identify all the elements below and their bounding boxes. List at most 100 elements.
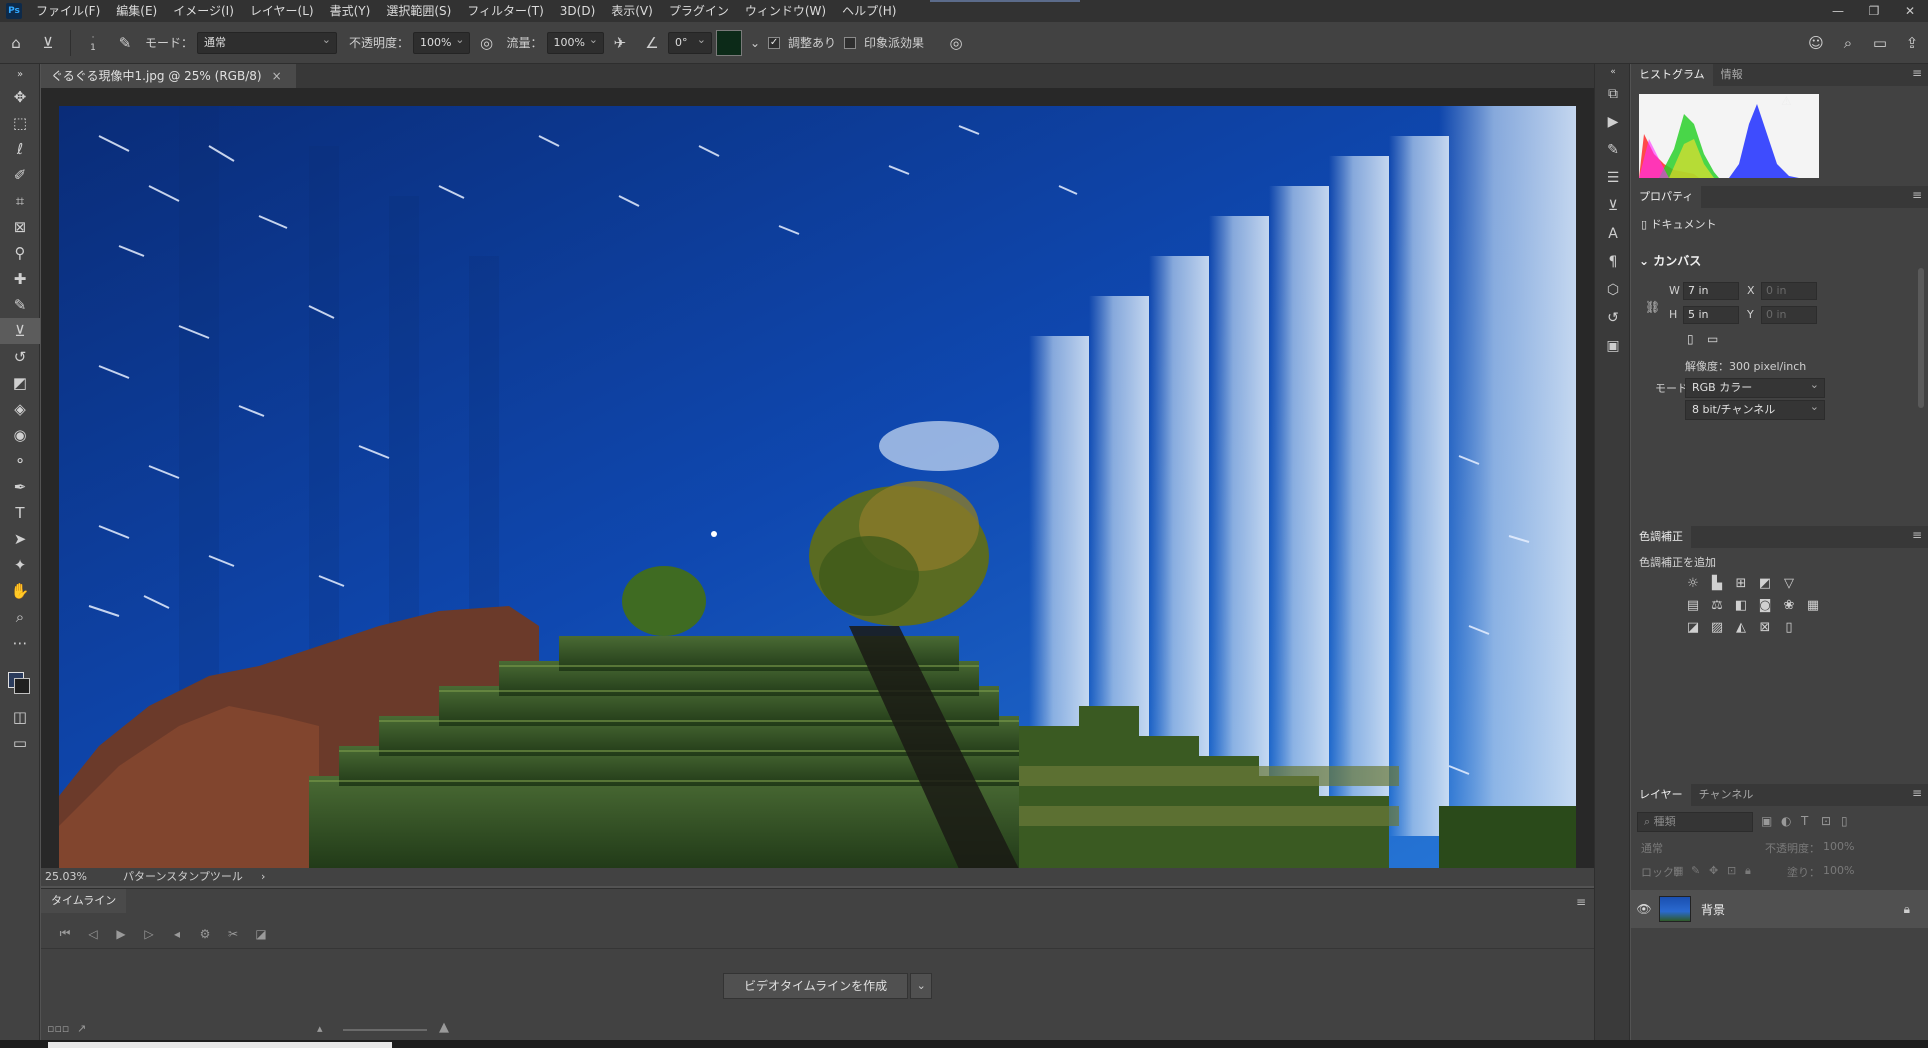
blend-mode-select[interactable]: 通常: [1641, 840, 1663, 856]
airbrush-icon[interactable]: ✈: [608, 31, 632, 55]
split-icon[interactable]: ✂: [219, 927, 247, 941]
lock-brush-icon[interactable]: ✎: [1691, 864, 1700, 877]
posterize-icon[interactable]: ▨: [1705, 620, 1729, 635]
portrait-orientation-icon[interactable]: ▯: [1687, 332, 1694, 346]
document-tab[interactable]: ぐるぐる現像中1.jpg @ 25% (RGB/8) ×: [41, 64, 296, 88]
color-mode-select[interactable]: RGB カラー: [1685, 376, 1825, 398]
filter-smart-icon[interactable]: ▯: [1841, 814, 1848, 828]
tab-channels[interactable]: チャンネル: [1691, 784, 1762, 806]
tab-layers[interactable]: レイヤー: [1631, 784, 1691, 806]
menu-file[interactable]: ファイル(F): [28, 0, 108, 22]
paint-bucket-tool-icon[interactable]: ◈: [0, 396, 40, 422]
channel-mixer-icon[interactable]: ❀: [1777, 598, 1801, 613]
tab-info[interactable]: 情報: [1713, 64, 1751, 86]
zoom-in-mountain-icon[interactable]: ▲: [439, 1020, 449, 1035]
menu-type[interactable]: 書式(Y): [322, 0, 379, 22]
panel-scrollbar[interactable]: [1918, 268, 1924, 408]
link-icon[interactable]: ⛓: [1645, 300, 1660, 314]
quick-select-tool-icon[interactable]: ✐: [0, 162, 40, 188]
search-icon[interactable]: ⌕: [1836, 31, 1860, 55]
lock-artboard-icon[interactable]: ⊡: [1727, 864, 1736, 877]
menu-plugins[interactable]: プラグイン: [661, 0, 737, 22]
pattern-stamp-preset-icon[interactable]: ⊻: [36, 31, 60, 55]
fill-value[interactable]: 100%: [1823, 864, 1854, 877]
background-color[interactable]: [14, 678, 30, 694]
filter-pixel-icon[interactable]: ▣: [1761, 814, 1772, 828]
healing-brush-tool-icon[interactable]: ✚: [0, 266, 40, 292]
color-lookup-icon[interactable]: ▦: [1801, 598, 1825, 613]
frame-animation-icon[interactable]: ▫▫▫: [47, 1022, 69, 1035]
menu-image[interactable]: イメージ(I): [165, 0, 242, 22]
landscape-orientation-icon[interactable]: ▭: [1707, 332, 1718, 346]
flow-select[interactable]: 100%: [546, 30, 604, 54]
frame-tool-icon[interactable]: ⊠: [0, 214, 40, 240]
timeline-tab[interactable]: タイムライン: [41, 889, 127, 913]
layer-filter-input[interactable]: ⌕ 種類: [1637, 812, 1753, 832]
actions-play-icon[interactable]: ▶: [1595, 108, 1631, 136]
lock-transparent-icon[interactable]: ▦: [1673, 864, 1683, 877]
filter-type-icon[interactable]: T: [1801, 814, 1808, 828]
more-tools-icon[interactable]: ⋯: [0, 630, 40, 656]
glyphs-panel-icon[interactable]: ▣: [1595, 332, 1631, 360]
pen-tool-icon[interactable]: ✒: [0, 474, 40, 500]
menu-view[interactable]: 表示(V): [603, 0, 661, 22]
menu-edit[interactable]: 編集(E): [108, 0, 165, 22]
marquee-tool-icon[interactable]: ⬚: [0, 110, 40, 136]
bit-depth-select[interactable]: 8 bit/チャンネル: [1685, 398, 1825, 420]
timeline-menu-icon[interactable]: ≡: [1576, 895, 1586, 909]
y-field[interactable]: 0 in: [1761, 306, 1817, 324]
close-button[interactable]: ✕: [1892, 0, 1928, 22]
clone-source-icon[interactable]: ⊻: [1595, 192, 1631, 220]
pressure-size-icon[interactable]: ◎: [944, 31, 968, 55]
chevron-down-icon[interactable]: ⌄: [910, 973, 933, 999]
warning-icon[interactable]: ⚠: [1781, 94, 1792, 108]
invert-icon[interactable]: ◪: [1681, 620, 1705, 635]
levels-icon[interactable]: ▙: [1705, 576, 1729, 591]
first-frame-icon[interactable]: ⏮: [51, 926, 79, 941]
menu-help[interactable]: ヘルプ(H): [834, 0, 904, 22]
photo-filter-icon[interactable]: ◙: [1753, 598, 1777, 613]
brush-settings-icon[interactable]: ✎: [113, 31, 137, 55]
next-frame-icon[interactable]: ▷: [135, 927, 163, 941]
opacity-select[interactable]: 100%: [413, 30, 471, 54]
workspace-icon[interactable]: ▭: [1868, 31, 1892, 55]
pattern-swatch[interactable]: [715, 29, 742, 56]
eyedropper-tool-icon[interactable]: ⚲: [0, 240, 40, 266]
hue-saturation-icon[interactable]: ▤: [1681, 598, 1705, 613]
shape-tool-icon[interactable]: ✦: [0, 552, 40, 578]
tab-adjustments[interactable]: 色調補正: [1631, 526, 1691, 548]
brush-tool-icon[interactable]: ✎: [0, 292, 40, 318]
vibrance-icon[interactable]: ▽: [1777, 576, 1801, 591]
filter-adjust-icon[interactable]: ◐: [1781, 814, 1791, 828]
share-icon[interactable]: ⇪: [1900, 31, 1924, 55]
panel-menu-icon[interactable]: ≡: [1912, 786, 1922, 800]
blur-tool-icon[interactable]: ◉: [0, 422, 40, 448]
transition-icon[interactable]: ◪: [247, 927, 275, 941]
curves-icon[interactable]: ⊞: [1729, 576, 1753, 591]
home-icon[interactable]: ⌂: [4, 31, 28, 55]
mode-select[interactable]: 通常: [197, 30, 338, 54]
panel-menu-icon[interactable]: ≡: [1912, 188, 1922, 202]
zoom-out-mountain-icon[interactable]: ▴: [317, 1022, 323, 1035]
screen-mode-icon[interactable]: ▭: [0, 730, 40, 756]
dodge-tool-icon[interactable]: ⚬: [0, 448, 40, 474]
color-swatches[interactable]: [0, 656, 40, 704]
crop-tool-icon[interactable]: ⌗: [0, 188, 40, 214]
eye-icon[interactable]: 👁︎: [1631, 902, 1657, 916]
timeline-zoom-slider[interactable]: [343, 1029, 427, 1031]
pressure-opacity-icon[interactable]: ◎: [474, 31, 498, 55]
angle-input[interactable]: 0°: [667, 30, 712, 54]
pattern-stamp-tool-icon[interactable]: ⊻: [0, 318, 40, 344]
3d-panel-icon[interactable]: ⬡: [1595, 276, 1631, 304]
brush-panel-icon[interactable]: ✎: [1595, 136, 1631, 164]
minimize-button[interactable]: —: [1820, 0, 1856, 22]
status-menu-chevron[interactable]: ›: [261, 868, 265, 886]
pattern-dropdown-icon[interactable]: ⌄: [750, 36, 760, 50]
aligned-checkbox[interactable]: ✓: [768, 36, 781, 49]
filter-shape-icon[interactable]: ⊡: [1821, 814, 1831, 828]
type-tool-icon[interactable]: T: [0, 500, 40, 526]
menu-filter[interactable]: フィルター(T): [459, 0, 551, 22]
black-white-icon[interactable]: ◧: [1729, 598, 1753, 613]
eraser-tool-icon[interactable]: ◩: [0, 370, 40, 396]
menu-3d[interactable]: 3D(D): [552, 0, 603, 22]
